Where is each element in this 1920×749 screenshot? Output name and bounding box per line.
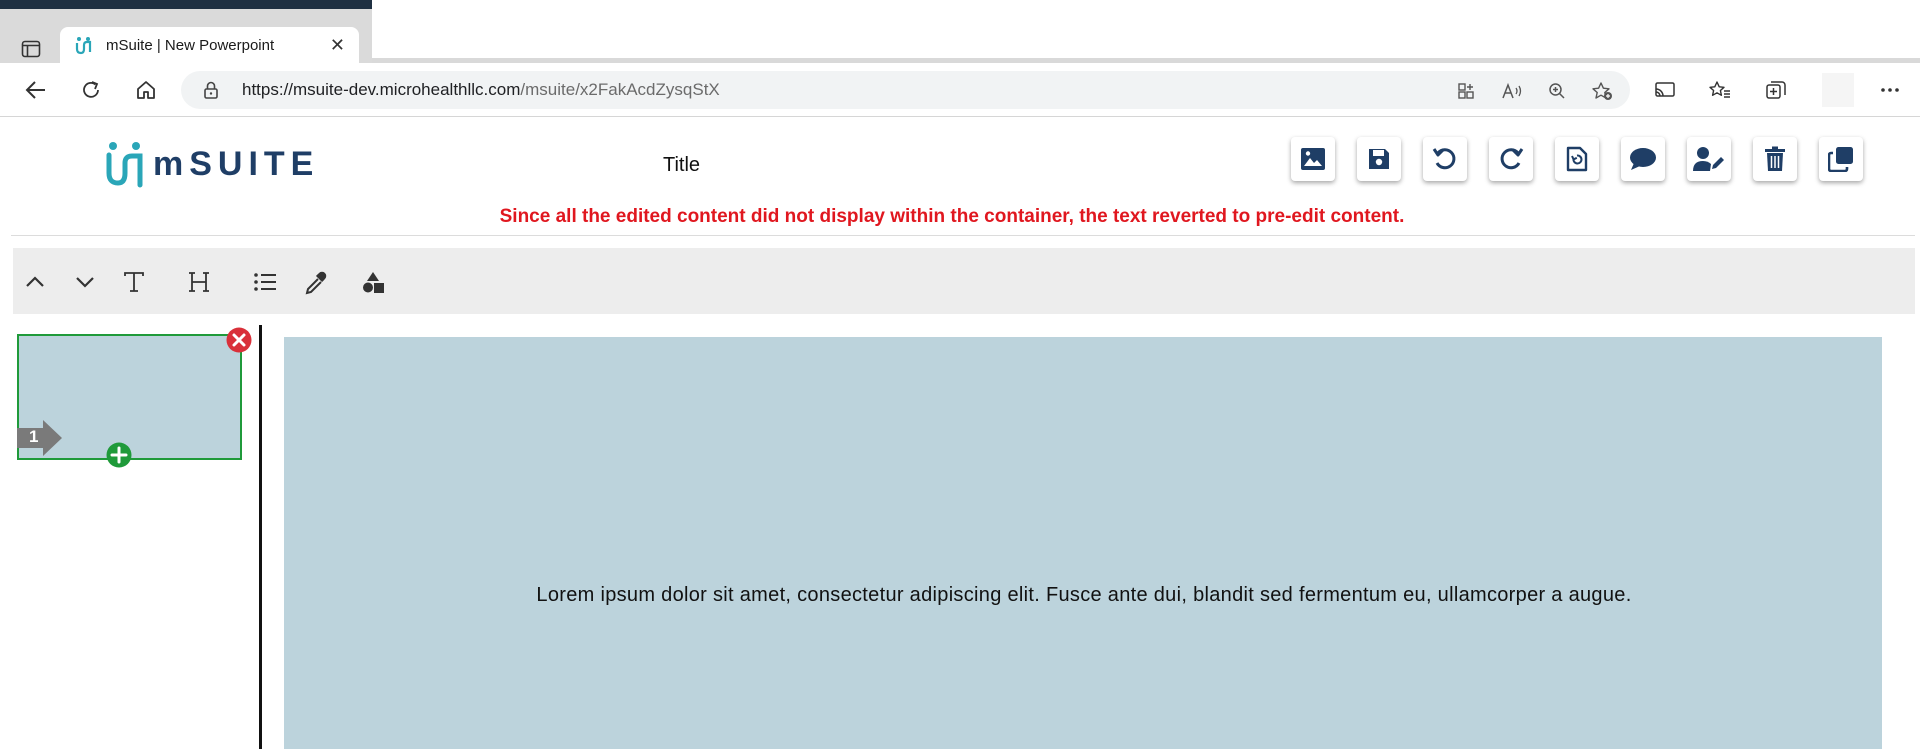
heading-h-icon — [189, 272, 209, 292]
window-corner — [0, 0, 372, 9]
comments-button[interactable] — [1621, 137, 1665, 181]
eyedropper-icon — [305, 271, 327, 295]
floppy-disk-icon — [1369, 149, 1389, 169]
list-tool-button[interactable] — [247, 264, 283, 300]
plus-circle-icon — [106, 442, 132, 468]
cast-icon[interactable] — [1652, 77, 1678, 103]
redo-button[interactable] — [1489, 137, 1533, 181]
profile-avatar[interactable] — [1822, 73, 1854, 107]
delete-slide-button[interactable] — [226, 327, 252, 353]
edit-user-button[interactable] — [1687, 137, 1731, 181]
user-edit-icon — [1693, 147, 1724, 171]
file-revert-icon — [1566, 146, 1588, 172]
split-screen-icon[interactable] — [1455, 81, 1477, 101]
text-tool-button[interactable] — [116, 264, 152, 300]
shapes-icon — [363, 272, 384, 293]
zoom-icon[interactable] — [1546, 81, 1568, 101]
duplicate-button[interactable] — [1819, 137, 1863, 181]
shapes-tool-button[interactable] — [355, 264, 391, 300]
rail-separator — [259, 325, 262, 749]
slide-number: 1 — [29, 427, 39, 446]
url-host: https://msuite-dev.microhealthllc.com — [242, 80, 521, 99]
address-bar[interactable]: https://msuite-dev.microhealthllc.com/ms… — [181, 71, 1630, 109]
slide-body-text[interactable]: Lorem ipsum dolor sit amet, consectetur … — [284, 584, 1884, 607]
header-divider — [11, 235, 1915, 236]
browser-toolbar: https://msuite-dev.microhealthllc.com/ms… — [0, 63, 1920, 117]
browser-tab-active[interactable]: mSuite | New Powerpoint ✕ — [60, 27, 359, 63]
heading-tool-button[interactable] — [181, 264, 217, 300]
move-up-button[interactable] — [17, 264, 53, 300]
app-header: mSUITE Title Since all the edited conten… — [0, 117, 1920, 237]
add-slide-button[interactable] — [106, 442, 132, 468]
add-favorite-icon[interactable] — [1591, 81, 1613, 101]
redo-icon — [1500, 148, 1524, 170]
msuite-logo-icon — [106, 142, 143, 188]
eyedropper-tool-button[interactable] — [298, 264, 334, 300]
undo-button[interactable] — [1423, 137, 1467, 181]
msuite-favicon-icon — [74, 35, 94, 55]
comment-icon — [1630, 148, 1656, 170]
close-circle-icon — [226, 327, 252, 353]
delete-button[interactable] — [1753, 137, 1797, 181]
url-text: https://msuite-dev.microhealthllc.com/ms… — [242, 80, 720, 100]
revert-file-button[interactable] — [1555, 137, 1599, 181]
document-title[interactable]: Title — [663, 154, 700, 177]
home-icon[interactable] — [131, 75, 161, 105]
slide-arrow-icon — [17, 420, 62, 456]
back-arrow-icon[interactable] — [21, 75, 51, 105]
text-t-icon — [124, 272, 144, 292]
move-down-button[interactable] — [67, 264, 103, 300]
insert-image-button[interactable] — [1291, 137, 1335, 181]
copy-icon — [1828, 147, 1853, 172]
refresh-icon[interactable] — [76, 75, 106, 105]
warning-message: Since all the edited content did not dis… — [499, 206, 1405, 227]
favorites-icon[interactable] — [1707, 77, 1733, 103]
tab-actions-icon[interactable] — [13, 36, 49, 62]
collections-icon[interactable] — [1763, 77, 1789, 103]
browser-tab-strip: mSuite | New Powerpoint ✕ — [0, 0, 1920, 63]
logo-wordmark: mSUITE — [153, 144, 320, 183]
chevron-up-icon — [26, 276, 44, 287]
list-icon — [254, 273, 276, 291]
tab-strip-background — [372, 0, 1920, 58]
lock-icon[interactable] — [203, 81, 219, 104]
tab-title: mSuite | New Powerpoint — [106, 36, 275, 54]
save-button[interactable] — [1357, 137, 1401, 181]
tab-close-icon[interactable]: ✕ — [330, 35, 345, 56]
image-icon — [1301, 148, 1325, 170]
more-menu-icon[interactable] — [1877, 77, 1903, 103]
url-path: /msuite/x2FakAcdZysqStX — [520, 80, 720, 99]
read-aloud-icon[interactable] — [1501, 81, 1523, 101]
slide-canvas[interactable]: Lorem ipsum dolor sit amet, consectetur … — [284, 337, 1882, 749]
undo-icon — [1432, 148, 1456, 170]
chevron-down-icon — [76, 277, 94, 288]
msuite-logo[interactable]: mSUITE — [105, 139, 319, 189]
slide-number-badge: 1 — [17, 420, 63, 456]
editor-toolbar — [13, 248, 1915, 314]
trash-icon — [1765, 146, 1785, 171]
